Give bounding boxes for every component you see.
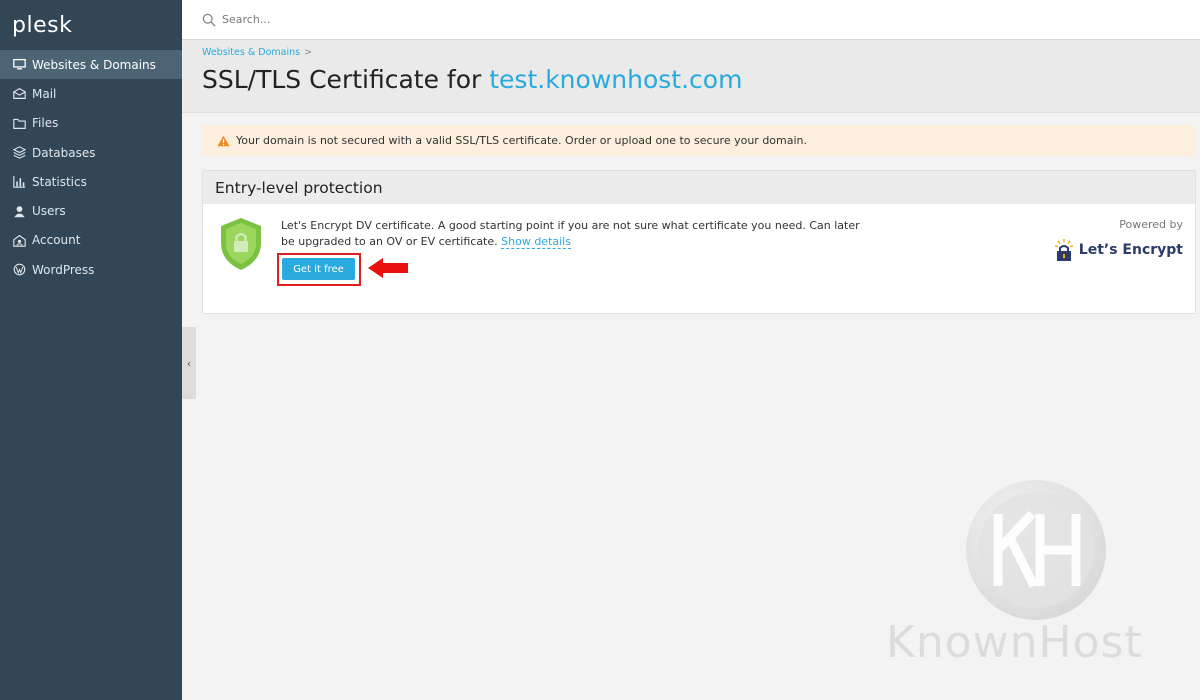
breadcrumb: Websites & Domains > <box>202 40 1200 58</box>
sidebar-item-users[interactable]: Users <box>0 196 182 225</box>
warning-icon <box>217 135 230 146</box>
sidebar-item-label: WordPress <box>32 262 95 277</box>
breadcrumb-link-websites-domains[interactable]: Websites & Domains <box>202 47 300 58</box>
search-bar <box>182 0 1200 40</box>
breadcrumb-separator: > <box>304 47 313 58</box>
lets-encrypt-logo: Let’s Encrypt <box>1054 239 1183 261</box>
sidebar-item-wordpress[interactable]: WordPress <box>0 255 182 284</box>
watermark-text: KnownHost <box>886 617 1143 668</box>
search-icon <box>202 13 216 27</box>
user-icon <box>12 204 26 218</box>
sidebar-item-label: Websites & Domains <box>32 57 156 72</box>
shield-lock-icon <box>221 218 261 270</box>
knownhost-logo-icon <box>966 480 1106 620</box>
account-icon <box>12 233 26 247</box>
sidebar-collapse-toggle[interactable]: ‹ <box>182 327 196 399</box>
monitor-icon <box>12 58 26 72</box>
lets-encrypt-text: Let’s Encrypt <box>1078 242 1183 258</box>
sidebar-nav: Websites & Domains Mail Files Databases … <box>0 50 182 284</box>
page-title-prefix: SSL/TLS Certificate for <box>202 65 482 94</box>
sidebar-item-label: Databases <box>32 145 96 160</box>
database-icon <box>12 146 26 160</box>
sidebar: plesk Websites & Domains Mail Files Data… <box>0 0 182 700</box>
panel-body: Let's Encrypt DV certificate. A good sta… <box>203 204 1195 314</box>
page-header: Websites & Domains > SSL/TLS Certificate … <box>182 40 1200 113</box>
sidebar-item-account[interactable]: Account <box>0 226 182 255</box>
entry-level-protection-panel: Entry-level protection Let's Encrypt DV … <box>202 170 1196 314</box>
sidebar-item-label: Account <box>32 233 81 248</box>
certificate-description: Let's Encrypt DV certificate. A good sta… <box>281 218 871 250</box>
sidebar-item-label: Statistics <box>32 174 87 189</box>
envelope-icon <box>12 87 26 101</box>
sidebar-item-label: Files <box>32 116 59 131</box>
sidebar-item-databases[interactable]: Databases <box>0 138 182 167</box>
page-title: SSL/TLS Certificate for test.knownhost.c… <box>202 65 1200 94</box>
powered-by-label: Powered by <box>1119 218 1183 231</box>
show-details-link[interactable]: Show details <box>501 235 571 249</box>
page-title-domain[interactable]: test.knownhost.com <box>489 65 742 94</box>
chevron-left-icon: ‹ <box>186 356 192 370</box>
sidebar-item-websites-domains[interactable]: Websites & Domains <box>0 50 182 80</box>
lets-encrypt-icon <box>1054 239 1073 261</box>
search-input[interactable] <box>222 13 522 26</box>
red-arrow-annotation <box>368 258 408 278</box>
warning-text: Your domain is not secured with a valid … <box>236 134 808 147</box>
knownhost-watermark: KnownHost <box>880 478 1200 678</box>
logo-text: plesk <box>12 12 73 38</box>
sidebar-item-mail[interactable]: Mail <box>0 79 182 108</box>
sidebar-item-statistics[interactable]: Statistics <box>0 167 182 196</box>
sidebar-item-files[interactable]: Files <box>0 109 182 138</box>
wordpress-icon <box>12 263 26 277</box>
get-it-free-button[interactable]: Get it free <box>282 258 355 280</box>
sidebar-item-label: Users <box>32 204 66 219</box>
sidebar-item-label: Mail <box>32 86 57 101</box>
panel-title: Entry-level protection <box>203 171 1195 204</box>
warning-message: Your domain is not secured with a valid … <box>202 125 1196 156</box>
plesk-logo[interactable]: plesk <box>0 0 182 50</box>
folder-icon <box>12 116 26 130</box>
bar-chart-icon <box>12 175 26 189</box>
